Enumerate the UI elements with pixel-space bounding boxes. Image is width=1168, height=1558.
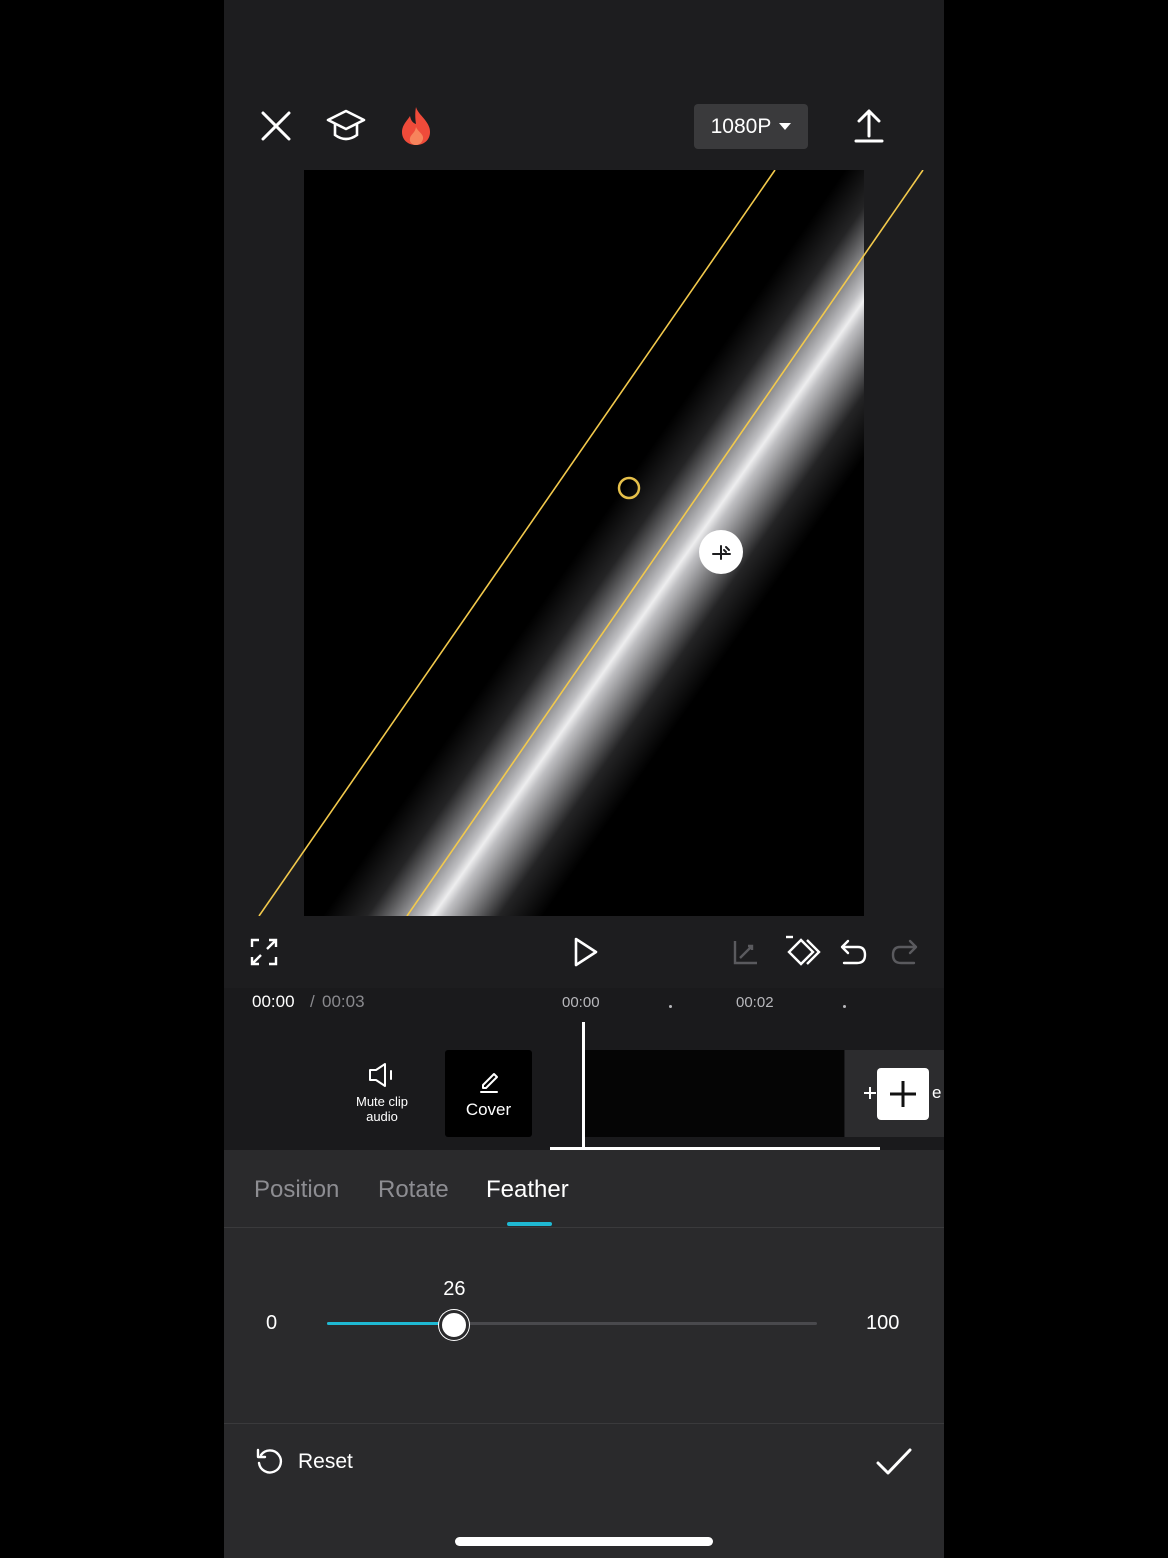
tab-rotate[interactable]: Rotate <box>378 1176 449 1204</box>
small-plus-icon <box>864 1087 876 1099</box>
tab-position[interactable]: Position <box>254 1176 339 1204</box>
redo-icon[interactable] <box>888 936 922 968</box>
playback-controls <box>224 916 944 988</box>
bottom-bar: Reset <box>224 1423 944 1558</box>
tab-feather[interactable]: Feather <box>486 1176 569 1204</box>
slider-max-label: 100 <box>866 1312 900 1334</box>
editor-app: 1080P 00:00 / 00:03 00:00 00:02 Mute cli… <box>224 0 944 1558</box>
total-time: 00:03 <box>322 992 365 1011</box>
keyframe-icon[interactable] <box>782 934 822 970</box>
video-clip[interactable] <box>584 1050 844 1137</box>
cover-label: Cover <box>465 1100 512 1119</box>
ruler-dot <box>669 1005 672 1008</box>
chevron-down-icon <box>779 123 792 130</box>
mask-overlay[interactable] <box>224 170 944 916</box>
time-separator: / <box>310 992 315 1011</box>
video-preview <box>224 170 944 916</box>
active-tab-indicator <box>507 1222 552 1226</box>
feather-handle-icon[interactable] <box>699 530 743 574</box>
mask-center-handle[interactable] <box>617 476 641 500</box>
add-clip-button[interactable] <box>877 1068 929 1120</box>
ruler-tick-label: 00:02 <box>736 994 774 1011</box>
playhead[interactable] <box>582 1022 585 1148</box>
mute-clip-audio-button[interactable]: Mute clip audio <box>342 1050 422 1124</box>
mute-label-line1: Mute clip <box>355 1094 409 1109</box>
close-icon[interactable] <box>258 108 294 144</box>
plus-icon <box>890 1081 916 1107</box>
feather-panel: 0 26 100 <box>224 1228 944 1423</box>
current-time: 00:00 <box>252 992 295 1011</box>
mute-label-line2: audio <box>366 1109 398 1124</box>
resolution-dropdown[interactable]: 1080P <box>694 104 808 149</box>
resolution-label: 1080P <box>710 114 772 138</box>
slider-thumb[interactable] <box>439 1310 470 1340</box>
ruler-dot <box>843 1005 846 1008</box>
play-icon[interactable] <box>568 934 602 970</box>
reset-button[interactable]: Reset <box>254 1446 353 1478</box>
speaker-icon <box>369 1063 392 1087</box>
keyframe-curve-icon[interactable] <box>730 936 762 968</box>
pencil-icon <box>479 1073 498 1093</box>
home-indicator <box>455 1537 713 1546</box>
add-trailing-text: e <box>932 1083 942 1102</box>
slider-fill <box>327 1322 455 1325</box>
export-icon[interactable] <box>850 106 888 146</box>
trending-icon[interactable] <box>396 104 436 148</box>
cover-button[interactable]: Cover <box>445 1050 532 1137</box>
mask-edge-bottom[interactable] <box>406 170 924 916</box>
mask-edge-top[interactable] <box>258 170 776 916</box>
timeline: 00:00 / 00:03 00:00 00:02 Mute clip audi… <box>224 988 944 1150</box>
ruler-tick-label: 00:00 <box>562 994 600 1011</box>
adjust-tabs: Position Rotate Feather <box>224 1150 944 1228</box>
undo-icon[interactable] <box>836 936 870 968</box>
reset-label: Reset <box>298 1450 353 1473</box>
slider-value: 26 <box>443 1278 466 1300</box>
tutorial-icon[interactable] <box>324 106 368 146</box>
slider-min-label: 0 <box>266 1312 278 1334</box>
reset-icon <box>256 1448 283 1474</box>
confirm-check-icon[interactable] <box>874 1444 914 1480</box>
fullscreen-icon[interactable] <box>248 936 280 968</box>
top-bar: 1080P <box>224 0 944 170</box>
